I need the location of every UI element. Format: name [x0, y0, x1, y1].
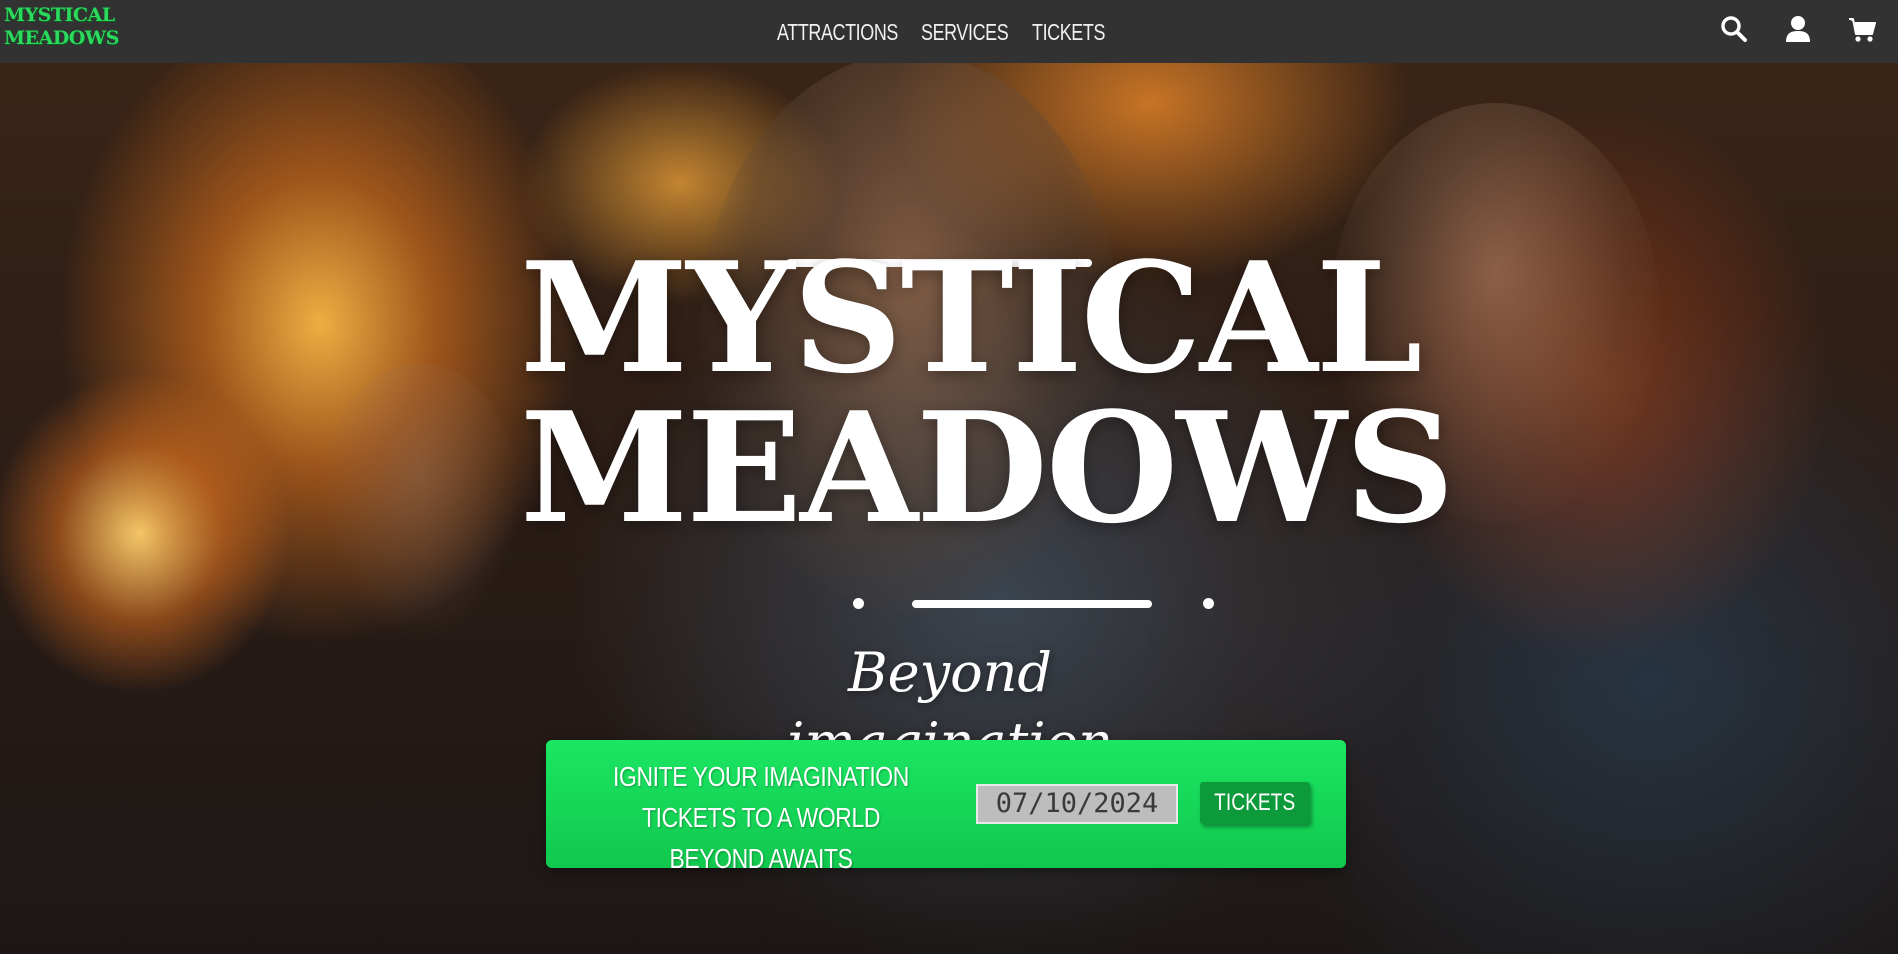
header-actions — [1720, 14, 1876, 44]
nav-tickets[interactable]: TICKETS — [1032, 15, 1105, 49]
hero-rider-left — [320, 363, 520, 643]
date-input[interactable]: 07/10/2024 — [976, 784, 1178, 824]
banner-line-2: TICKETS TO A WORLD BEYOND AWAITS — [641, 802, 881, 874]
tickets-button[interactable]: TICKETS — [1200, 782, 1310, 824]
user-icon[interactable] — [1784, 14, 1812, 44]
nav-services[interactable]: SERVICES — [921, 15, 1009, 49]
site-logo[interactable]: MYSTICAL MEADOWS — [4, 4, 119, 58]
ticket-banner: IGNITE YOUR IMAGINATION TICKETS TO A WOR… — [546, 740, 1346, 874]
title-dot-left — [853, 598, 864, 609]
search-icon[interactable] — [1720, 14, 1748, 44]
cart-icon[interactable] — [1848, 14, 1876, 44]
tickets-button-label: TICKETS — [1214, 789, 1296, 816]
logo-line-1: MYSTICAL — [4, 4, 115, 26]
banner-text: IGNITE YOUR IMAGINATION TICKETS TO A WOR… — [576, 756, 946, 879]
hero-title-line-2: MEADOWS — [520, 378, 1455, 557]
nav-attractions[interactable]: ATTRACTIONS — [777, 15, 898, 49]
top-nav-bar: MYSTICAL MEADOWS ATTRACTIONS SERVICES TI… — [0, 0, 1898, 63]
hero-title: MYSTICAL MEADOWS — [520, 228, 1455, 557]
hero-title-line-1: MYSTICAL — [520, 228, 1423, 407]
banner-line-1: IGNITE YOUR IMAGINATION — [613, 761, 909, 792]
title-rule-bottom — [912, 600, 1152, 608]
main-nav: ATTRACTIONS SERVICES TICKETS — [777, 15, 1105, 49]
logo-line-2: MEADOWS — [4, 27, 119, 49]
title-dot-right — [1203, 598, 1214, 609]
